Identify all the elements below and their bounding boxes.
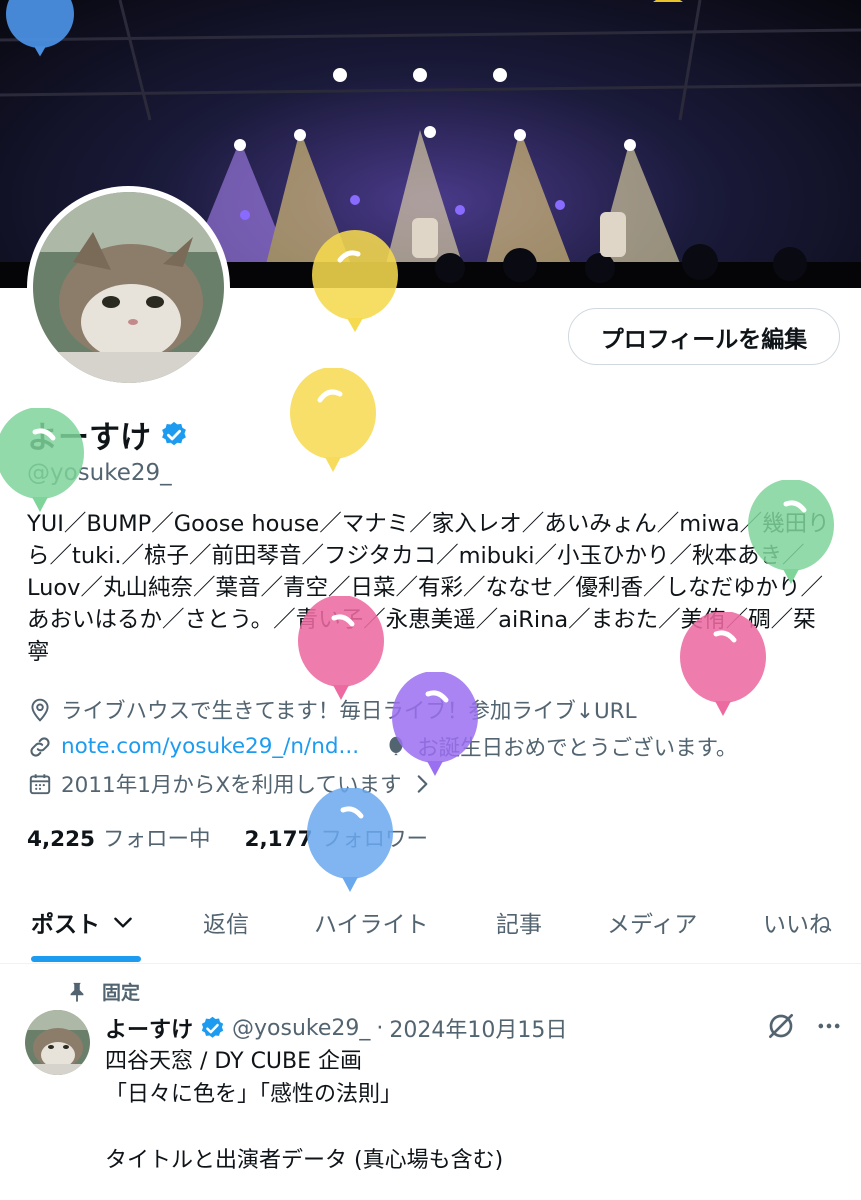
- cat-avatar-image: [33, 192, 224, 383]
- link-icon: [30, 736, 50, 757]
- balloon-purple-decoration: [392, 672, 478, 776]
- edit-profile-button[interactable]: プロフィールを編集: [568, 308, 840, 365]
- url-birthday-row: note.com/yosuke29_/n/nd... お誕生日おめでとうございま…: [27, 731, 737, 762]
- balloon-blue-2-decoration: [307, 788, 393, 892]
- chevron-down-icon: [114, 917, 132, 928]
- tab-articles[interactable]: 記事: [496, 880, 542, 964]
- tab-posts-label: ポスト: [31, 912, 100, 938]
- tweet-text: 四谷天窓 / DY CUBE 企画 「日々に色を」「感性の法則」 タイトルと出演…: [105, 1049, 504, 1173]
- balloon-green-1-decoration: [0, 408, 84, 512]
- profile-url-link[interactable]: note.com/yosuke29_/n/nd...: [61, 734, 359, 759]
- tweet-separator: ·: [376, 1015, 384, 1041]
- active-tab-indicator: [31, 956, 141, 962]
- tab-media[interactable]: メディア: [607, 880, 697, 964]
- grok-icon[interactable]: [765, 1010, 797, 1042]
- balloon-yellow-tip-decoration: [653, 0, 683, 2]
- cat-avatar-small: [25, 1010, 90, 1075]
- profile-tabs: ポスト 返信 ハイライト 記事 メディア いいね: [0, 880, 861, 964]
- following-label: フォロー中: [103, 827, 211, 852]
- more-icon[interactable]: [815, 1012, 843, 1040]
- followers-count: 2,177: [244, 827, 313, 852]
- balloon-pink-1-decoration: [298, 596, 384, 700]
- balloon-yellow-2-decoration: [290, 368, 376, 472]
- tweet-actions: [765, 1010, 843, 1042]
- calendar-icon: [29, 773, 51, 794]
- tweet-author-avatar[interactable]: [25, 1010, 90, 1075]
- tweet-header: よーすけ @yosuke29_ · 2024年10月15日: [105, 1012, 567, 1044]
- pinned-indicator: 固定: [66, 978, 140, 1005]
- tab-posts[interactable]: ポスト: [31, 880, 136, 964]
- pinned-label: 固定: [102, 982, 141, 1004]
- pin-icon: [70, 982, 84, 1002]
- location-icon: [31, 698, 49, 722]
- balloon-green-2-decoration: [748, 480, 834, 584]
- tab-likes[interactable]: いいね: [763, 880, 832, 964]
- balloon-blue-decoration: [6, 0, 74, 57]
- balloon-yellow-1-decoration: [312, 230, 398, 332]
- following-link[interactable]: 4,225 フォロー中: [27, 822, 211, 853]
- verified-icon[interactable]: [159, 420, 189, 450]
- following-count: 4,225: [27, 827, 96, 852]
- tweet-author-handle[interactable]: @yosuke29_: [232, 1016, 370, 1041]
- profile-avatar[interactable]: [27, 186, 230, 389]
- tweet-author-name[interactable]: よーすけ: [105, 1012, 193, 1044]
- tweet-date[interactable]: 2024年10月15日: [389, 1012, 567, 1044]
- balloon-pink-2-decoration: [680, 612, 766, 716]
- verified-icon[interactable]: [199, 1015, 226, 1042]
- tab-replies[interactable]: 返信: [203, 880, 249, 964]
